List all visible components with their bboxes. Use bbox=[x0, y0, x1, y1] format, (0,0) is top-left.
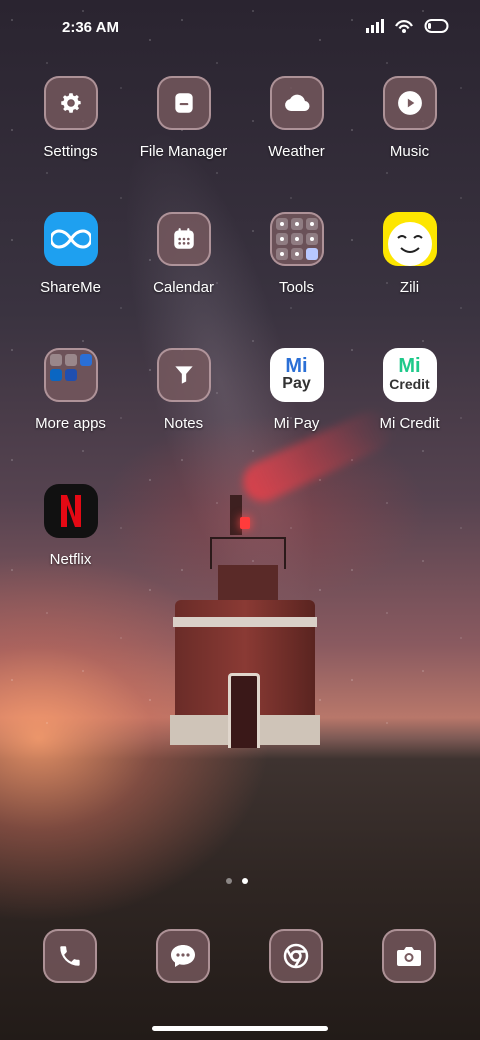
page-indicator bbox=[226, 878, 248, 884]
cloud-icon bbox=[269, 76, 324, 130]
play-icon bbox=[382, 76, 437, 130]
app-shareme[interactable]: ShareMe bbox=[14, 212, 127, 297]
page-dot-active[interactable] bbox=[242, 878, 248, 884]
dock-phone[interactable] bbox=[43, 929, 97, 983]
calendar-icon bbox=[156, 212, 211, 266]
app-label: Mi Credit bbox=[379, 415, 440, 432]
shareme-infinity-icon bbox=[43, 212, 98, 266]
app-weather[interactable]: Weather bbox=[240, 76, 353, 161]
phone-icon bbox=[60, 946, 80, 966]
zili-face-icon bbox=[382, 212, 437, 266]
mi-credit-icon-text-top: Mi bbox=[398, 355, 421, 377]
dock-chrome[interactable] bbox=[269, 929, 323, 983]
app-label: ShareMe bbox=[40, 279, 101, 296]
messages-icon bbox=[171, 945, 195, 967]
wallpaper-lighthouse bbox=[170, 495, 320, 748]
app-tools-folder[interactable]: Tools bbox=[240, 212, 353, 297]
tools-folder-icon bbox=[269, 212, 324, 266]
app-notes[interactable]: Notes bbox=[127, 348, 240, 433]
mi-pay-icon-text-bottom: Pay bbox=[282, 375, 311, 392]
app-file-manager[interactable]: File Manager bbox=[127, 76, 240, 161]
app-music[interactable]: Music bbox=[353, 76, 466, 161]
app-label: File Manager bbox=[139, 143, 228, 160]
dock-camera[interactable] bbox=[382, 929, 436, 983]
app-mi-pay[interactable]: Mi Pay Mi Pay bbox=[240, 348, 353, 433]
mi-credit-icon-text-bottom: Credit bbox=[389, 376, 430, 392]
status-icons bbox=[366, 18, 450, 34]
app-settings[interactable]: Settings bbox=[14, 76, 127, 161]
chrome-icon bbox=[283, 943, 309, 969]
app-more-apps-folder[interactable]: More apps bbox=[14, 348, 127, 433]
page-dot[interactable] bbox=[226, 878, 232, 884]
camera-icon bbox=[397, 947, 421, 966]
home-gesture-bar[interactable] bbox=[152, 1026, 328, 1031]
status-bar: 2:36 AM bbox=[0, 0, 480, 56]
file-manager-icon bbox=[156, 76, 211, 130]
signal-icon bbox=[366, 19, 384, 33]
app-label: Notes bbox=[163, 415, 204, 432]
notes-funnel-icon bbox=[156, 348, 211, 402]
settings-gear-icon bbox=[43, 76, 98, 130]
dock-messages[interactable] bbox=[156, 929, 210, 983]
mi-credit-icon: Mi Credit bbox=[382, 348, 437, 402]
app-label: More apps bbox=[35, 415, 106, 432]
app-zili[interactable]: Zili bbox=[353, 212, 466, 297]
battery-icon bbox=[424, 19, 449, 33]
app-label: Calendar bbox=[153, 279, 214, 296]
app-mi-credit[interactable]: Mi Credit Mi Credit bbox=[353, 348, 466, 433]
app-label: Settings bbox=[43, 143, 98, 160]
status-time: 2:36 AM bbox=[62, 19, 119, 36]
wifi-hotspot-icon bbox=[395, 20, 413, 33]
app-label: Mi Pay bbox=[273, 415, 320, 432]
app-label: Weather bbox=[268, 143, 325, 160]
mi-pay-icon: Mi Pay bbox=[269, 348, 324, 402]
netflix-logo-icon bbox=[43, 484, 98, 538]
more-apps-folder-icon bbox=[43, 348, 98, 402]
mi-pay-icon-text-top: Mi bbox=[285, 355, 308, 377]
app-label: Music bbox=[389, 143, 430, 160]
app-label: Netflix bbox=[49, 551, 92, 568]
app-netflix[interactable]: Netflix bbox=[14, 484, 127, 569]
app-calendar[interactable]: Calendar bbox=[127, 212, 240, 297]
app-label: Tools bbox=[278, 279, 315, 296]
app-label: Zili bbox=[399, 279, 420, 296]
